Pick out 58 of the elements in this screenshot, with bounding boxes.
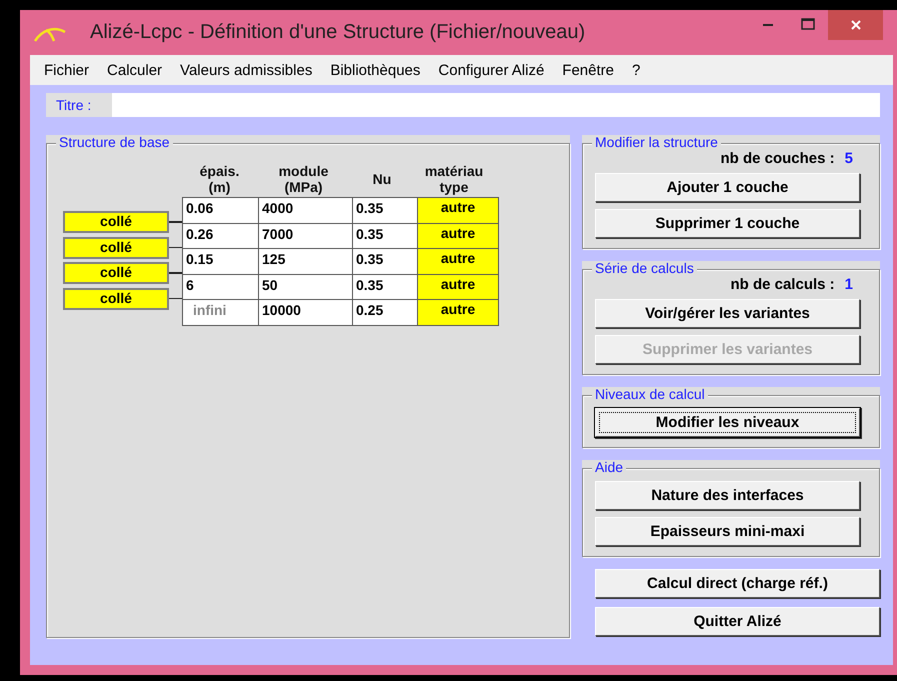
interface-field[interactable]: collé bbox=[63, 288, 169, 310]
count-value: 5 bbox=[844, 150, 853, 167]
group-title: Série de calculs bbox=[592, 261, 697, 276]
thickness-cell[interactable]: 6 bbox=[183, 274, 258, 299]
action-button[interactable]: Modifier les niveaux bbox=[595, 408, 860, 437]
action-button[interactable]: Epaisseurs mini-maxi bbox=[595, 517, 860, 546]
count-value: 1 bbox=[844, 276, 853, 293]
material-button[interactable]: autre bbox=[418, 249, 498, 274]
poisson-cell[interactable]: 0.25 bbox=[353, 300, 417, 324]
thickness-cell[interactable]: 0.06 bbox=[183, 198, 258, 222]
menu-item[interactable]: Configurer Alizé bbox=[429, 62, 554, 78]
menu-item[interactable]: Fenêtre bbox=[553, 62, 623, 78]
action-button[interactable]: Ajouter 1 couche bbox=[595, 173, 860, 202]
thickness-cell[interactable]: 0.15 bbox=[183, 249, 258, 274]
material-button[interactable]: autre bbox=[418, 274, 498, 299]
count-label: nb de couches : bbox=[720, 150, 835, 167]
modulus-cell[interactable]: 7000 bbox=[259, 224, 352, 248]
title-field[interactable] bbox=[112, 93, 880, 117]
menu-item[interactable]: ? bbox=[623, 62, 650, 78]
column-header: matériau type bbox=[424, 162, 484, 194]
title-label: Titre : bbox=[46, 93, 112, 117]
column-header: épais. (m) bbox=[198, 162, 240, 194]
group-title: Niveaux de calcul bbox=[592, 387, 708, 402]
modulus-cell[interactable]: 10000 bbox=[259, 300, 352, 324]
maximize-icon bbox=[801, 18, 815, 30]
interface-field[interactable]: collé bbox=[63, 262, 169, 284]
modulus-cell[interactable]: 50 bbox=[259, 274, 352, 299]
thickness-cell[interactable]: 0.26 bbox=[183, 224, 258, 248]
close-icon bbox=[850, 19, 862, 31]
thickness-cell: infini bbox=[183, 300, 258, 324]
poisson-cell[interactable]: 0.35 bbox=[353, 274, 417, 299]
modulus-cell[interactable]: 4000 bbox=[259, 198, 352, 222]
material-button[interactable]: autre bbox=[418, 198, 498, 222]
poisson-cell[interactable]: 0.35 bbox=[353, 198, 417, 222]
column-header: module (MPa) bbox=[278, 162, 330, 194]
count-label: nb de calculs : bbox=[730, 276, 835, 293]
interface-field[interactable]: collé bbox=[63, 236, 169, 258]
material-button[interactable]: autre bbox=[418, 300, 498, 324]
poisson-cell[interactable]: 0.35 bbox=[353, 249, 417, 274]
menu-item[interactable]: Bibliothèques bbox=[321, 62, 430, 78]
window-title: Alizé-Lcpc - Définition d'une Structure (Fichier/nouveau) bbox=[90, 21, 586, 44]
interface-field[interactable]: collé bbox=[63, 211, 169, 233]
material-button[interactable]: autre bbox=[418, 224, 498, 248]
group-title: Aide bbox=[592, 460, 626, 475]
group-title: Structure de base bbox=[56, 135, 173, 150]
close-button[interactable] bbox=[828, 10, 883, 40]
action-button[interactable]: Nature des interfaces bbox=[595, 481, 860, 510]
action-button[interactable]: Quitter Alizé bbox=[595, 607, 880, 636]
action-button[interactable]: Supprimer 1 couche bbox=[595, 209, 860, 238]
menu-item[interactable]: Fichier bbox=[35, 62, 98, 78]
poisson-cell[interactable]: 0.35 bbox=[353, 224, 417, 248]
menu-item[interactable]: Valeurs admissibles bbox=[171, 62, 322, 78]
menu-item[interactable]: Calculer bbox=[98, 62, 172, 78]
modulus-cell[interactable]: 125 bbox=[259, 249, 352, 274]
action-button[interactable]: Calcul direct (charge réf.) bbox=[595, 569, 880, 598]
column-header: Nu bbox=[372, 170, 392, 186]
action-button[interactable]: Voir/gérer les variantes bbox=[595, 299, 860, 328]
group-title: Modifier la structure bbox=[592, 135, 721, 150]
